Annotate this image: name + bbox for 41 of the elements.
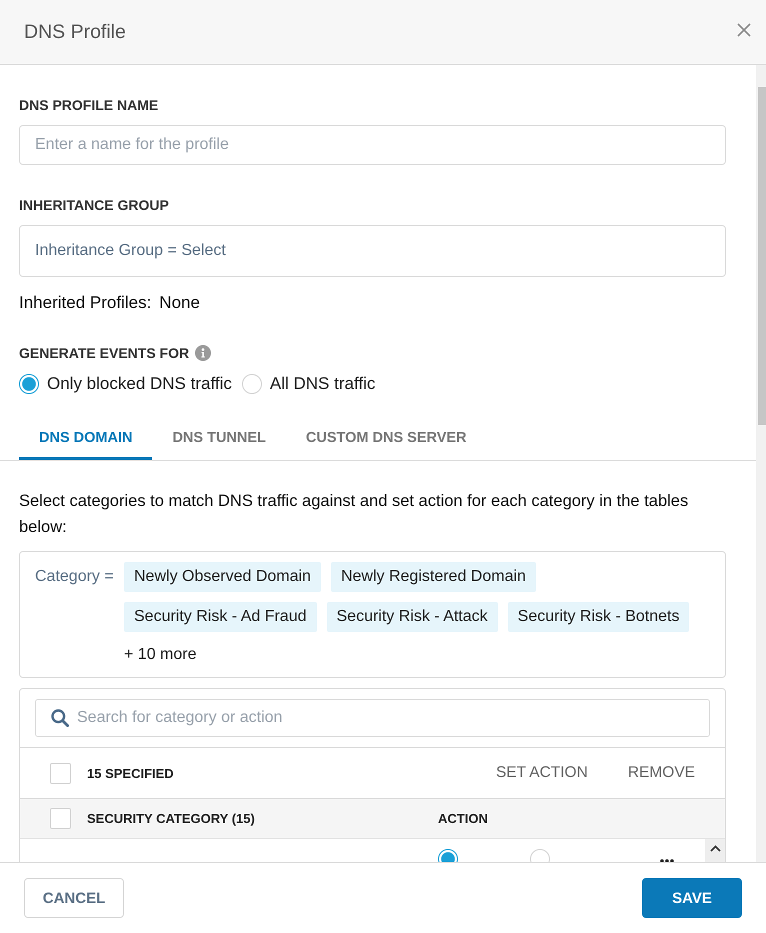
inheritance-group-field[interactable]: Inheritance Group = Select [19, 225, 726, 277]
category-chip: Newly Observed Domain [124, 562, 321, 592]
show-more-link[interactable]: + 10 more [124, 644, 196, 666]
footer-button[interactable]: CANCEL [24, 878, 124, 918]
bulk-action-button[interactable]: REMOVE [628, 764, 695, 782]
select-all-checkbox[interactable] [50, 808, 71, 829]
dialog-title: DNS Profile [24, 20, 126, 45]
scrollbar-thumb[interactable] [758, 87, 766, 425]
column-header: SECURITY CATEGORY (15) [87, 811, 256, 826]
tab[interactable]: DNS DOMAIN [19, 418, 152, 460]
radio-label: Only blocked DNS traffic [47, 373, 232, 395]
radio-button[interactable] [242, 374, 262, 394]
field-label: GENERATE EVENTS FOR [19, 344, 190, 363]
radio-button[interactable] [19, 374, 39, 394]
more-button[interactable] [660, 859, 674, 862]
more-icon [660, 859, 674, 862]
tab[interactable]: CUSTOM DNS SERVER [286, 418, 487, 460]
search-field[interactable]: Search for category or action [35, 699, 710, 737]
category-chip: Newly Registered Domain [330, 562, 536, 592]
instructions-text: Select categories to match DNS traffic against and set action for each category in the tables below: [19, 491, 690, 538]
close-icon [737, 23, 751, 37]
field-label: INHERITANCE GROUP [19, 196, 170, 215]
radio-label: All DNS traffic [270, 373, 376, 395]
search-icon [51, 709, 69, 727]
category-chip: Security Risk - Ad Fraud [124, 602, 316, 632]
info-icon [195, 345, 212, 361]
inherited-profiles-value: None [159, 292, 200, 314]
selected-count: 15 SPECIFIED [87, 766, 174, 780]
tab[interactable]: DNS TUNNEL [152, 418, 286, 460]
profile-name-input[interactable]: Enter a name for the profile [19, 125, 726, 165]
footer-button[interactable]: SAVE [642, 878, 742, 918]
category-chip: Security Risk - Attack [326, 602, 498, 632]
checkbox[interactable] [50, 762, 71, 784]
bulk-action-button[interactable]: SET ACTION [496, 764, 588, 782]
category-label: Category = [35, 567, 115, 587]
field-label: DNS PROFILE NAME [19, 96, 160, 115]
inherited-profiles-label: Inherited Profiles: [19, 292, 152, 314]
column-header: ACTION [438, 811, 489, 826]
chevron-up-icon [710, 845, 720, 852]
category-chip: Security Risk - Botnets [508, 602, 690, 632]
close-button[interactable] [737, 23, 751, 37]
